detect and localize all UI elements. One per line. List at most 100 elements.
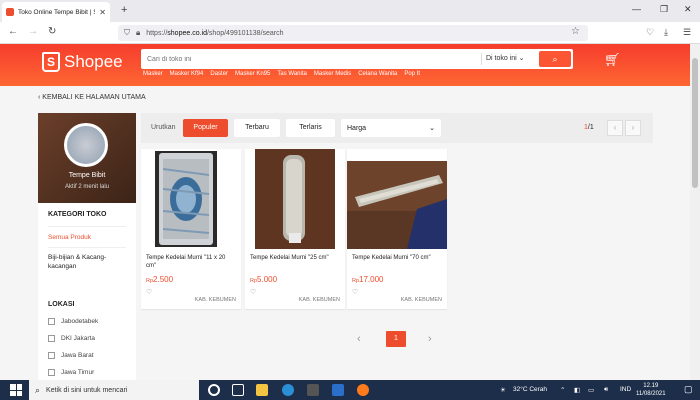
minimize-icon[interactable]: —	[632, 4, 641, 14]
pagination-page-button[interactable]: 1	[386, 331, 406, 347]
new-tab-icon[interactable]: +	[121, 4, 127, 16]
notifications-icon[interactable]: ▢	[684, 384, 693, 395]
category-grains-nuts[interactable]: Biji-bijian & Kacang-kacangan	[48, 253, 128, 271]
heart-icon[interactable]: ♡	[352, 288, 358, 296]
search-input[interactable]	[147, 53, 477, 65]
volume-icon[interactable]: 🔊︎	[604, 386, 608, 394]
keyword-link[interactable]: Celana Wanita	[358, 71, 397, 77]
product-card[interactable]: Tempe Kedelai Murni "70 cm" Rp17.000 ♡ K…	[347, 149, 447, 309]
bookmark-star-icon[interactable]: ☆	[571, 26, 580, 37]
product-image	[245, 149, 345, 249]
keyword-link[interactable]: Masker	[143, 71, 163, 77]
sort-price-select[interactable]: Harga ⌄	[341, 119, 441, 137]
shopee-logo[interactable]: S Shopee	[42, 52, 123, 72]
heart-icon[interactable]: ♡	[146, 288, 152, 296]
checkbox[interactable]	[48, 318, 55, 325]
product-price: Rp5.000	[250, 275, 278, 284]
product-image	[141, 149, 241, 249]
page-indicator: 1/1	[584, 124, 594, 131]
product-name: Tempe Kedelai Murni "11 x 20 cm"	[146, 255, 226, 269]
sort-newest-button[interactable]: Terbaru	[234, 119, 280, 137]
shield-icon: ⛉	[124, 28, 130, 37]
downloads-icon[interactable]: ⤓	[664, 27, 668, 38]
network-icon[interactable]: ◧	[574, 386, 580, 394]
location-filter-jawa-barat[interactable]: Jawa Barat	[48, 352, 94, 359]
divider	[48, 226, 126, 227]
next-page-icon[interactable]: ›	[625, 120, 641, 136]
keyword-link[interactable]: Daster	[210, 71, 228, 77]
clock-date: 11/08/2021	[636, 391, 666, 397]
back-to-home-link[interactable]: ‹ KEMBALI KE HALAMAN UTAMA	[38, 94, 146, 101]
file-explorer-icon[interactable]	[256, 384, 268, 396]
close-window-icon[interactable]: ✕	[684, 4, 692, 15]
shop-avatar	[64, 123, 108, 167]
language-indicator[interactable]: IND	[620, 386, 631, 393]
mail-icon[interactable]	[332, 384, 344, 396]
address-bar[interactable]: ⛉ 🔒︎ https://shopee.co.id/shop/499101138…	[118, 25, 588, 41]
checkbox[interactable]	[48, 335, 55, 342]
product-location: KAB. KEBUMEN	[194, 297, 236, 303]
location-filter-dki-jakarta[interactable]: DKI Jakarta	[48, 335, 95, 342]
search-divider	[481, 53, 482, 65]
shop-active-status: Aktif 2 menit lalu	[64, 184, 110, 190]
menu-icon[interactable]: ☰	[683, 27, 691, 38]
keyword-link[interactable]: Masker Medis	[314, 71, 351, 77]
heart-icon[interactable]: ♡	[250, 288, 256, 296]
page-scrollbar[interactable]	[690, 44, 700, 380]
taskbar-search[interactable]: ⌕ Ketik di sini untuk mencari	[29, 380, 199, 400]
pagination-next-icon[interactable]: ›	[428, 333, 432, 345]
browser-tab[interactable]: Toko Online Tempe Bibit | Shop ✕	[2, 2, 110, 22]
product-image	[347, 149, 447, 249]
checkbox[interactable]	[48, 352, 55, 359]
pocket-icon[interactable]: ♡	[646, 27, 654, 38]
scrollbar-thumb[interactable]	[692, 58, 698, 188]
search-box: Di toko ini ⌄ ⌕	[141, 49, 573, 69]
keyword-link[interactable]: Pop It	[404, 71, 420, 77]
checkbox[interactable]	[48, 369, 55, 376]
lock-icon: 🔒︎	[136, 28, 141, 37]
weather-icon[interactable]: ☀︎	[500, 386, 506, 394]
windows-taskbar: ⌕ Ketik di sini untuk mencari ☀︎ 32°C Ce…	[0, 380, 700, 400]
shop-profile-card[interactable]: Tempe Bibit Aktif 2 menit lalu	[38, 113, 136, 203]
pagination-prev-icon[interactable]: ‹	[357, 333, 361, 345]
edge-icon[interactable]	[282, 384, 294, 396]
back-arrow-icon[interactable]: ←	[8, 26, 18, 37]
shopee-favicon-icon	[6, 8, 14, 16]
sort-price-label: Harga	[347, 124, 367, 132]
reload-icon[interactable]: ↻	[48, 26, 56, 37]
windows-start-icon[interactable]	[10, 384, 22, 396]
clock-time: 12.19	[643, 383, 659, 389]
shop-sidebar: KATEGORI TOKO Semua Produk Biji-bijian &…	[38, 203, 136, 380]
cortana-icon[interactable]	[208, 384, 220, 396]
keyword-link[interactable]: Masker Kn95	[235, 71, 270, 77]
forward-arrow-icon[interactable]: →	[28, 26, 38, 37]
taskbar-clock[interactable]: 12.19 11/08/2021	[636, 382, 666, 398]
search-scope-select[interactable]: Di toko ini ⌄	[486, 54, 525, 62]
firefox-icon[interactable]	[357, 384, 369, 396]
search-button[interactable]: ⌕	[539, 51, 571, 67]
restore-icon[interactable]: ❐	[660, 4, 668, 15]
task-view-icon[interactable]	[232, 384, 244, 396]
keyword-link[interactable]: Masker Kf94	[170, 71, 204, 77]
battery-icon[interactable]: ▭	[588, 386, 594, 394]
product-card[interactable]: Tempe Kedelai Murni "25 cm" Rp5.000 ♡ KA…	[245, 149, 345, 309]
cart-icon[interactable]: 🛒︎	[604, 52, 621, 68]
keyword-link[interactable]: Tas Wanita	[277, 71, 306, 77]
product-location: KAB. KEBUMEN	[400, 297, 442, 303]
search-icon: ⌕	[35, 384, 41, 395]
divider	[48, 247, 126, 248]
tray-chevron-icon[interactable]: ⌃	[560, 386, 565, 394]
sort-best-selling-button[interactable]: Terlaris	[286, 119, 335, 137]
prev-page-icon[interactable]: ‹	[607, 120, 623, 136]
product-price: Rp17.000	[352, 275, 384, 284]
store-icon[interactable]	[307, 384, 319, 396]
sort-popular-button[interactable]: Populer	[183, 119, 228, 137]
product-price: Rp2.500	[146, 275, 174, 284]
close-tab-icon[interactable]: ✕	[99, 8, 106, 17]
weather-text[interactable]: 32°C Cerah	[513, 386, 547, 393]
location-filter-jawa-timur[interactable]: Jawa Timur	[48, 369, 94, 376]
location-filter-jabodetabek[interactable]: Jabodetabek	[48, 318, 98, 325]
category-all-products[interactable]: Semua Produk	[48, 234, 91, 241]
product-card[interactable]: Tempe Kedelai Murni "11 x 20 cm" Rp2.500…	[141, 149, 241, 309]
browser-tab-bar: Toko Online Tempe Bibit | Shop ✕ + — ❐ ✕	[0, 0, 700, 22]
